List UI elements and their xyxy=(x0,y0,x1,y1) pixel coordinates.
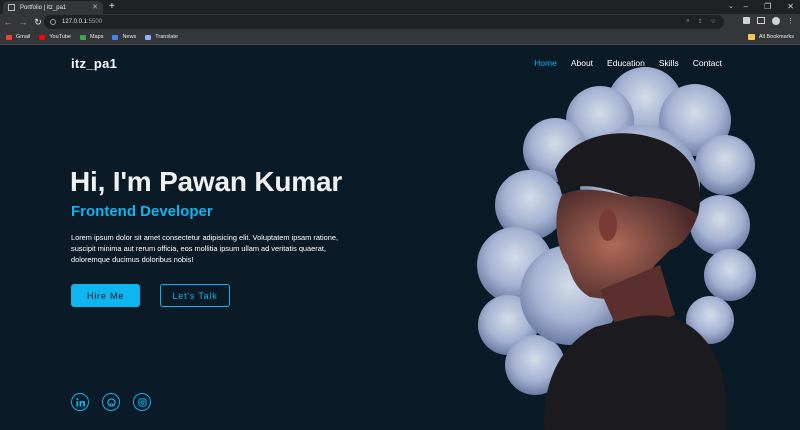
back-icon[interactable]: ← xyxy=(1,17,15,27)
tab-favicon-icon xyxy=(8,4,15,11)
lets-talk-button[interactable]: Let's Talk xyxy=(160,284,230,307)
bookmark-star-icon[interactable]: ☆ xyxy=(711,18,716,25)
gmail-icon xyxy=(6,34,12,40)
hero-title: Hi, I'm Pawan Kumar xyxy=(70,166,343,197)
url-port: :5500 xyxy=(87,19,103,25)
url-host: 127.0.0.1 xyxy=(62,19,88,25)
maps-icon xyxy=(80,34,86,40)
bookmarks-bar: Gmail YouTube Maps News Translate All Bo… xyxy=(0,30,800,45)
hero-portrait-image xyxy=(477,67,756,430)
hire-me-button[interactable]: Hire Me xyxy=(71,284,140,307)
bookmark-translate[interactable]: Translate xyxy=(145,34,178,40)
site-logo[interactable]: itz_pa1 xyxy=(71,56,117,71)
reload-icon[interactable]: ↻ xyxy=(31,17,45,28)
minimize-icon[interactable]: – xyxy=(744,2,748,12)
browser-toolbar: ← → ↻ 127.0.0.1 :5500 ⌕ ⇪ ☆ ⋮ xyxy=(0,14,800,30)
restore-icon[interactable]: ❐ xyxy=(764,2,771,12)
hero-subtitle: Frontend Developer xyxy=(71,203,213,220)
browser-tab[interactable]: Portfolio | itz_pa1 ✕ xyxy=(3,1,103,14)
all-bookmarks[interactable]: All Bookmarks xyxy=(747,34,794,40)
new-tab-button[interactable]: + xyxy=(109,1,115,13)
bookmark-news[interactable]: News xyxy=(112,34,136,40)
zoom-icon[interactable]: ⌕ xyxy=(686,18,689,25)
profile-icon[interactable] xyxy=(772,17,780,25)
bookmark-gmail[interactable]: Gmail xyxy=(6,34,30,40)
youtube-icon xyxy=(39,34,46,40)
menu-kebab-icon[interactable]: ⋮ xyxy=(787,17,794,25)
news-icon xyxy=(112,34,119,40)
close-window-icon[interactable]: ✕ xyxy=(787,2,794,12)
linkedin-icon[interactable] xyxy=(71,393,89,411)
social-links xyxy=(71,393,151,411)
tab-search-icon[interactable]: ⌄ xyxy=(728,2,734,10)
close-tab-icon[interactable]: ✕ xyxy=(92,4,98,11)
site-info-icon[interactable] xyxy=(50,19,56,25)
forward-icon[interactable]: → xyxy=(16,17,30,27)
portfolio-page: itz_pa1 Home About Education Skills Cont… xyxy=(0,45,800,430)
github-icon[interactable] xyxy=(102,393,120,411)
extensions-icon[interactable] xyxy=(743,17,750,24)
instagram-icon[interactable] xyxy=(133,393,151,411)
hero-description: Lorem ipsum dolor sit amet consectetur a… xyxy=(71,233,339,264)
bookmark-youtube[interactable]: YouTube xyxy=(39,34,71,40)
translate-icon xyxy=(145,34,152,40)
tab-title: Portfolio | itz_pa1 xyxy=(20,4,67,11)
window-controls: – ❐ ✕ xyxy=(744,2,794,12)
address-bar[interactable]: 127.0.0.1 :5500 ⌕ ⇪ ☆ xyxy=(44,15,724,29)
share-icon[interactable]: ⇪ xyxy=(698,18,703,25)
side-panel-icon[interactable] xyxy=(757,17,765,24)
folder-icon xyxy=(747,34,755,40)
bookmark-maps[interactable]: Maps xyxy=(80,34,103,40)
browser-tab-bar: Portfolio | itz_pa1 ✕ + ⌄ – ❐ ✕ xyxy=(0,0,800,14)
